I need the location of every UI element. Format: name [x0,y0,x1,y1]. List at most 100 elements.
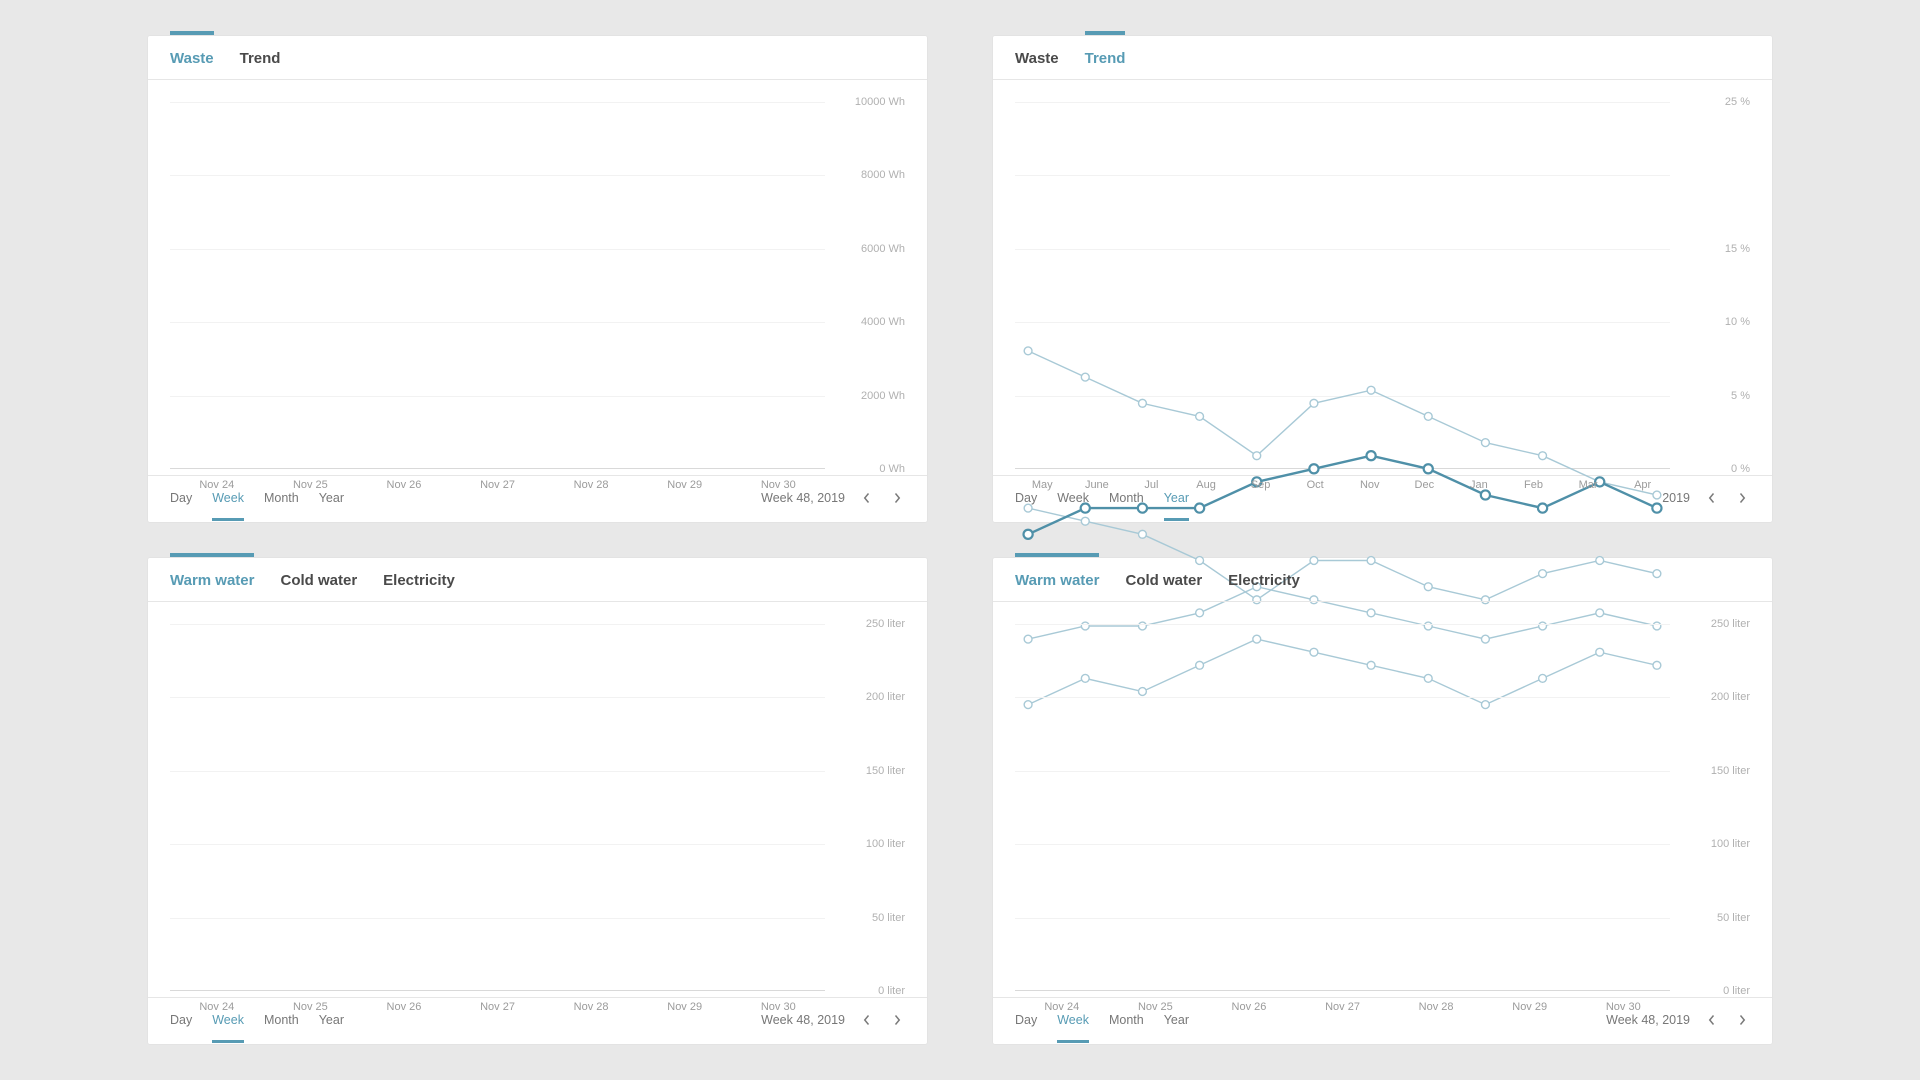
range-month[interactable]: Month [264,1013,299,1027]
range-day[interactable]: Day [170,491,192,505]
chart-plot: Nov 24Nov 25Nov 26Nov 27Nov 28Nov 29Nov … [170,624,825,991]
x-axis: Nov 24Nov 25Nov 26Nov 27Nov 28Nov 29Nov … [170,991,825,1013]
range-day[interactable]: Day [1015,491,1037,505]
tab-trend[interactable]: Trend [240,50,281,67]
range-day[interactable]: Day [1015,1013,1037,1027]
range-month[interactable]: Month [1109,1013,1144,1027]
y-tick: 8000 Wh [861,169,905,181]
range-selector: Day Week Month Year [1015,1013,1189,1027]
range-day[interactable]: Day [170,1013,192,1027]
y-tick: 10 % [1725,316,1750,328]
chevron-left-icon[interactable] [1704,1012,1720,1028]
x-tick: Nov 29 [1483,1001,1577,1013]
range-selector: Day Week Month Year [170,1013,344,1027]
tab-trend[interactable]: Trend [1085,50,1126,67]
chevron-left-icon[interactable] [1704,490,1720,506]
x-tick: May [1015,479,1070,491]
y-tick: 25 % [1725,96,1750,108]
chevron-right-icon[interactable] [889,490,905,506]
y-axis: 0 liter50 liter100 liter150 liter200 lit… [1670,624,1750,991]
x-tick: Nov 28 [544,479,638,491]
tab-electricity[interactable]: Electricity [1228,572,1300,589]
x-tick: Nov 27 [451,479,545,491]
period-label: Week 48, 2019 [761,491,845,505]
range-month[interactable]: Month [264,491,299,505]
y-tick: 2000 Wh [861,390,905,402]
range-week[interactable]: Week [1057,1013,1089,1027]
period-label: Week 48, 2019 [761,1013,845,1027]
y-tick: 100 liter [866,838,905,850]
tab-waste[interactable]: Waste [170,50,214,67]
y-tick: 250 liter [1711,618,1750,630]
chart-tabs: Warm water Cold water Electricity [993,558,1772,602]
chevron-left-icon[interactable] [859,1012,875,1028]
x-tick: Nov 28 [544,1001,638,1013]
y-tick: 5 % [1731,390,1750,402]
y-axis: 0 Wh2000 Wh4000 Wh6000 Wh8000 Wh10000 Wh [825,102,905,469]
y-tick: 150 liter [866,765,905,777]
chevron-right-icon[interactable] [1734,1012,1750,1028]
x-tick: Jul [1124,479,1179,491]
y-axis: 0 %5 %10 %15 %25 % [1670,102,1750,469]
tab-cold-water[interactable]: Cold water [1125,572,1202,589]
tab-warm-water[interactable]: Warm water [1015,572,1099,589]
tab-warm-water[interactable]: Warm water [170,572,254,589]
range-year[interactable]: Year [319,1013,344,1027]
x-tick: Nov [1342,479,1397,491]
chevron-right-icon[interactable] [889,1012,905,1028]
x-tick: Nov 27 [1296,1001,1390,1013]
x-tick: Nov 30 [1576,1001,1670,1013]
chevron-right-icon[interactable] [1734,490,1750,506]
x-axis: Nov 24Nov 25Nov 26Nov 27Nov 28Nov 29Nov … [170,469,825,491]
chart-tabs: Warm water Cold water Electricity [148,558,927,602]
x-tick: Mar [1561,479,1616,491]
tab-cold-water[interactable]: Cold water [280,572,357,589]
chart-panel-waste-bar: Waste Trend Nov 24Nov 25Nov 26Nov 27Nov 28… [148,36,927,522]
y-tick: 0 % [1731,463,1750,475]
x-tick: Sep [1233,479,1288,491]
y-tick: 200 liter [1711,691,1750,703]
range-year[interactable]: Year [1164,491,1189,505]
x-tick: Dec [1397,479,1452,491]
range-month[interactable]: Month [1109,491,1144,505]
range-week[interactable]: Week [212,491,244,505]
chart-tabs: Waste Trend [993,36,1772,80]
y-tick: 150 liter [1711,765,1750,777]
x-tick: Nov 29 [638,1001,732,1013]
tab-waste[interactable]: Waste [1015,50,1059,67]
x-tick: June [1070,479,1125,491]
x-tick: Oct [1288,479,1343,491]
x-tick: Nov 26 [1202,1001,1296,1013]
x-axis: MayJuneJulAugSepOctNovDecJanFebMarApr [1015,469,1670,491]
x-tick: Nov 25 [1109,1001,1203,1013]
x-tick: Feb [1506,479,1561,491]
x-tick: Nov 29 [638,479,732,491]
period-label: Week 48, 2019 [1606,1013,1690,1027]
chevron-left-icon[interactable] [859,490,875,506]
y-tick: 200 liter [866,691,905,703]
x-tick: Nov 24 [170,479,264,491]
tab-electricity[interactable]: Electricity [383,572,455,589]
range-selector: Day Week Month Year [170,491,344,505]
y-axis: 0 liter50 liter100 liter150 liter200 lit… [825,624,905,991]
range-week[interactable]: Week [1057,491,1089,505]
chart-panel-water-simple: Warm water Cold water Electricity Nov 24Nov… [993,558,1772,1044]
chart-plot: MayJuneJulAugSepOctNovDecJanFebMarApr [1015,102,1670,469]
x-tick: Aug [1179,479,1234,491]
y-tick: 50 liter [1717,912,1750,924]
x-axis: Nov 24Nov 25Nov 26Nov 27Nov 28Nov 29Nov … [1015,991,1670,1013]
x-tick: Nov 25 [264,1001,358,1013]
x-tick: Nov 27 [451,1001,545,1013]
x-tick: Nov 30 [731,1001,825,1013]
chart-plot: Nov 24Nov 25Nov 26Nov 27Nov 28Nov 29Nov … [170,102,825,469]
y-tick: 0 liter [878,985,905,997]
range-year[interactable]: Year [1164,1013,1189,1027]
chart-panel-water-stacked: Warm water Cold water Electricity Nov 24Nov… [148,558,927,1044]
range-year[interactable]: Year [319,491,344,505]
x-tick: Nov 28 [1389,1001,1483,1013]
y-tick: 250 liter [866,618,905,630]
y-tick: 4000 Wh [861,316,905,328]
range-week[interactable]: Week [212,1013,244,1027]
y-tick: 6000 Wh [861,243,905,255]
chart-tabs: Waste Trend [148,36,927,80]
